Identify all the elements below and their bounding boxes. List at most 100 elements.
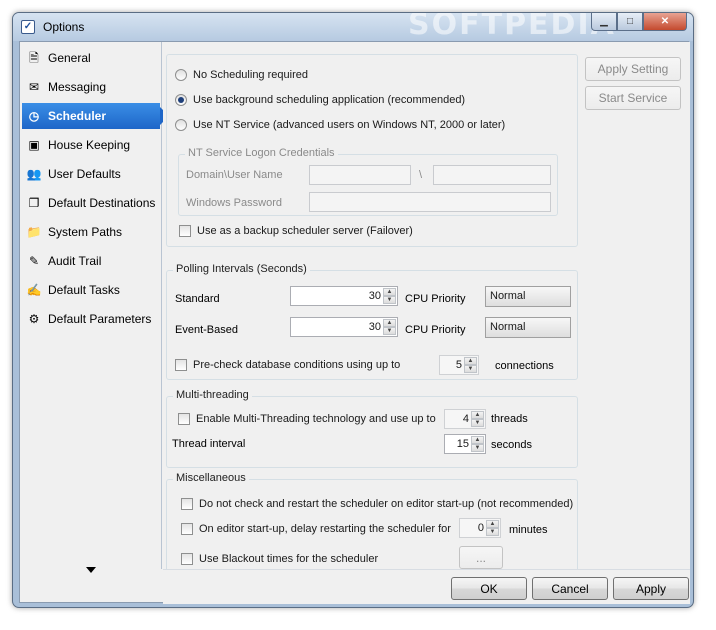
spinner-value: 30 [368, 290, 381, 302]
spin-up-icon[interactable]: ▲ [471, 436, 484, 444]
spin-up-icon[interactable]: ▲ [486, 520, 499, 528]
blackout-times-button[interactable]: ... [459, 546, 503, 569]
title-bar: ✓ Options SOFTPEDIA ▁ □ ✕ [13, 12, 693, 42]
seconds-label: seconds [491, 439, 532, 451]
nt-credentials-group: NT Service Logon Credentials Domain\User… [178, 147, 558, 216]
start-service-button[interactable]: Start Service [585, 86, 681, 110]
standard-interval-spinner[interactable]: 30 ▲ ▼ [290, 286, 398, 306]
sidebar: 🗎 General ✉ Messaging ◷ Scheduler ▣ Hous… [20, 42, 169, 573]
dialog-footer: OK Cancel Apply [163, 569, 690, 604]
checkbox-label: Use Blackout times for the scheduler [199, 553, 379, 565]
radio-label: Use background scheduling application (r… [193, 94, 466, 106]
sidebar-item-messaging[interactable]: ✉ Messaging [22, 74, 160, 100]
users-icon: 👥 [26, 167, 42, 181]
enable-multithreading-checkbox[interactable]: Enable Multi-Threading technology and us… [178, 413, 436, 425]
spin-up-icon[interactable]: ▲ [464, 357, 477, 365]
delay-minutes-spinner[interactable]: 0 ▲ ▼ [459, 518, 501, 538]
parameters-icon: ⚙ [28, 312, 40, 326]
watermark-logo: SOFTPEDIA [408, 12, 616, 42]
polling-intervals-group: Polling Intervals (Seconds) Standard 30 … [166, 263, 578, 380]
checkbox-icon [181, 498, 193, 510]
cpu-priority-label: CPU Priority [405, 324, 466, 336]
checkbox-label: Use as a backup scheduler server (Failov… [197, 225, 413, 237]
radio-label: Use NT Service (advanced users on Window… [193, 119, 506, 131]
sidebar-item-scheduler[interactable]: ◷ Scheduler [22, 103, 169, 129]
maximize-button[interactable]: □ [617, 13, 643, 31]
user-name-field[interactable] [433, 165, 551, 185]
domain-field[interactable] [309, 165, 411, 185]
backup-scheduler-checkbox[interactable]: Use as a backup scheduler server (Failov… [179, 225, 413, 237]
spin-up-icon[interactable]: ▲ [383, 319, 396, 327]
spin-down-icon[interactable]: ▼ [486, 528, 499, 536]
sidebar-item-label: Default Destinations [48, 196, 156, 210]
checkbox-label: Enable Multi-Threading technology and us… [196, 413, 436, 425]
spin-down-icon[interactable]: ▼ [383, 296, 396, 304]
connections-label: connections [495, 360, 554, 372]
sidebar-item-default-tasks[interactable]: ✍ Default Tasks [22, 277, 160, 303]
standard-priority-select[interactable]: Normal [485, 286, 571, 307]
spin-down-icon[interactable]: ▼ [471, 419, 484, 427]
minimize-button[interactable]: ▁ [591, 13, 617, 31]
spin-up-icon[interactable]: ▲ [383, 288, 396, 296]
apply-setting-button[interactable]: Apply Setting [585, 57, 681, 81]
no-restart-checkbox[interactable]: Do not check and restart the scheduler o… [181, 498, 573, 510]
thread-interval-spinner[interactable]: 15 ▲ ▼ [444, 434, 486, 454]
spin-down-icon[interactable]: ▼ [383, 327, 396, 335]
checkbox-icon [181, 553, 193, 565]
windows-password-field[interactable] [309, 192, 551, 212]
sidebar-item-audit-trail[interactable]: ✎ Audit Trail [22, 248, 160, 274]
spin-down-icon[interactable]: ▼ [471, 444, 484, 452]
checkbox-label: Do not check and restart the scheduler o… [199, 498, 574, 510]
spin-up-icon[interactable]: ▲ [471, 411, 484, 419]
radio-background-scheduling[interactable]: Use background scheduling application (r… [175, 94, 465, 106]
delay-restart-checkbox[interactable]: On editor start-up, delay restarting the… [181, 523, 451, 535]
spin-down-icon[interactable]: ▼ [464, 365, 477, 373]
credentials-legend: NT Service Logon Credentials [185, 147, 338, 159]
options-window: ✓ Options SOFTPEDIA ▁ □ ✕ 🗎 General ✉ Me… [12, 12, 694, 608]
multithreading-legend: Multi-threading [173, 389, 252, 401]
ok-button[interactable]: OK [451, 577, 527, 600]
tasks-icon: ✍ [26, 283, 42, 297]
sidebar-item-label: House Keeping [48, 138, 131, 152]
event-interval-spinner[interactable]: 30 ▲ ▼ [290, 317, 398, 337]
spinner-value: 4 [462, 413, 469, 425]
envelope-icon: ✉ [28, 80, 40, 94]
sidebar-item-label: Audit Trail [48, 254, 102, 268]
close-button[interactable]: ✕ [643, 13, 687, 31]
threads-label: threads [491, 413, 528, 425]
scroll-down-icon[interactable] [86, 567, 96, 573]
blackout-times-checkbox[interactable]: Use Blackout times for the scheduler [181, 553, 378, 565]
miscellaneous-legend: Miscellaneous [173, 472, 249, 484]
windows-password-label: Windows Password [186, 197, 282, 209]
radio-nt-service[interactable]: Use NT Service (advanced users on Window… [175, 119, 505, 131]
pen-icon: ✎ [28, 254, 40, 268]
sidebar-item-default-destinations[interactable]: ❐ Default Destinations [22, 190, 160, 216]
threads-spinner[interactable]: 4 ▲ ▼ [444, 409, 486, 429]
checkbox-app-icon: ✓ [21, 20, 35, 34]
sidebar-item-general[interactable]: 🗎 General [22, 45, 160, 71]
sidebar-item-label: Scheduler [48, 109, 107, 123]
precheck-connections-spinner[interactable]: 5 ▲ ▼ [439, 355, 479, 375]
checkbox-icon [181, 523, 193, 535]
cancel-button[interactable]: Cancel [532, 577, 608, 600]
sidebar-item-house-keeping[interactable]: ▣ House Keeping [22, 132, 160, 158]
sidebar-item-label: Messaging [48, 80, 107, 94]
spinner-value: 0 [477, 522, 484, 534]
checkbox-icon [175, 359, 187, 371]
sidebar-item-label: General [48, 51, 91, 65]
sidebar-item-system-paths[interactable]: 📁 System Paths [22, 219, 160, 245]
spinner-value: 15 [456, 438, 469, 450]
scheduler-panel: No Scheduling required Use background sc… [163, 42, 690, 575]
radio-no-scheduling[interactable]: No Scheduling required [175, 69, 308, 81]
sidebar-item-default-parameters[interactable]: ⚙ Default Parameters [22, 306, 160, 332]
precheck-checkbox[interactable]: Pre-check database conditions using up t… [175, 359, 400, 371]
event-priority-select[interactable]: Normal [485, 317, 571, 338]
sidebar-item-label: Default Parameters [48, 312, 152, 326]
document-icon: 🗎 [29, 51, 39, 65]
radio-selected-icon [175, 94, 187, 106]
sidebar-item-user-defaults[interactable]: 👥 User Defaults [22, 161, 160, 187]
spinner-value: 5 [455, 359, 462, 371]
apply-button[interactable]: Apply [613, 577, 689, 600]
checkbox-label: On editor start-up, delay restarting the… [199, 523, 451, 535]
event-based-label: Event-Based [175, 324, 238, 336]
